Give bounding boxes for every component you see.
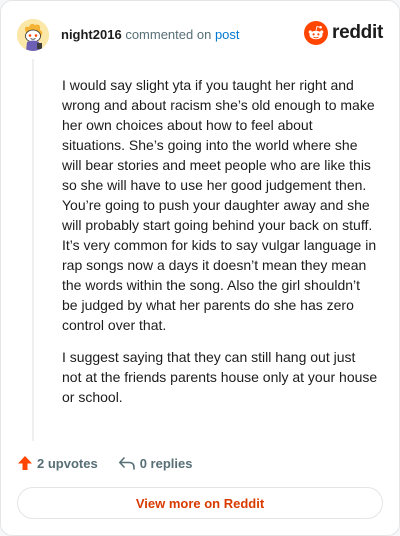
post-link[interactable]: post xyxy=(215,27,240,42)
commented-on-text: commented on xyxy=(125,27,212,42)
view-more-button[interactable]: View more on Reddit xyxy=(17,487,383,519)
comment-actions: 2 upvotes 0 replies xyxy=(17,453,192,473)
comment-paragraph-1: I would say slight yta if you taught her… xyxy=(62,77,377,333)
comment-body: I would say slight yta if you taught her… xyxy=(62,75,378,419)
upvote-arrow-icon xyxy=(18,456,32,470)
username-link[interactable]: night2016 xyxy=(61,27,122,42)
replies-count: 0 replies xyxy=(139,455,193,471)
comment-embed-card: night2016 commented on post reddit I wou… xyxy=(0,0,400,536)
thread-line xyxy=(32,59,34,441)
upvotes-count: 2 upvotes xyxy=(37,455,98,471)
reddit-wordmark: reddit xyxy=(332,22,383,43)
upvote-button[interactable]: 2 upvotes xyxy=(17,455,98,471)
comment-paragraph-2: I suggest saying that they can still han… xyxy=(62,349,378,405)
user-avatar[interactable] xyxy=(17,19,49,51)
comment-meta: night2016 commented on post xyxy=(61,27,240,43)
replies-button[interactable]: 0 replies xyxy=(118,455,193,471)
reddit-logo-icon xyxy=(304,21,329,45)
snoo-avatar-icon xyxy=(17,19,49,51)
reply-arrow-icon xyxy=(118,457,135,470)
comment-header: night2016 commented on post reddit xyxy=(17,17,383,53)
reddit-brand-link[interactable]: reddit xyxy=(304,21,383,45)
